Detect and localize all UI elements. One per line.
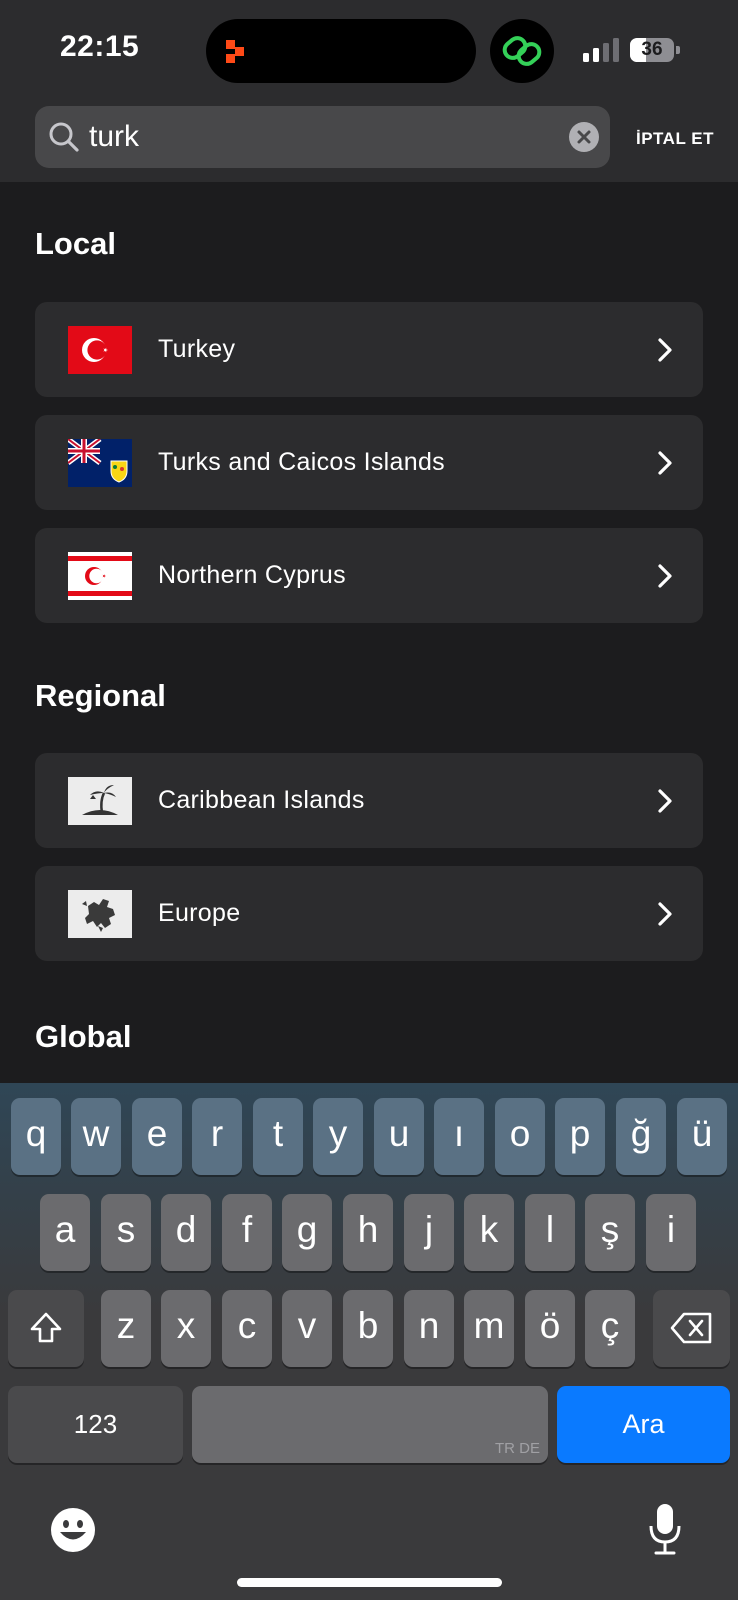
list-item-northern-cyprus[interactable]: Northern Cyprus — [35, 528, 703, 623]
key-p[interactable]: p — [555, 1098, 605, 1175]
key-g-breve[interactable]: ğ — [616, 1098, 666, 1175]
key-q[interactable]: q — [11, 1098, 61, 1175]
list-item-label: Northern Cyprus — [158, 561, 346, 589]
dictation-key[interactable] — [648, 1502, 682, 1558]
cancel-button[interactable]: İPTAL ET — [620, 124, 730, 154]
space-key[interactable]: TR DE — [192, 1386, 548, 1463]
search-input[interactable] — [89, 106, 539, 168]
key-s-cedilla[interactable]: ş — [585, 1194, 635, 1271]
chevron-right-icon — [658, 902, 672, 926]
search-icon — [49, 122, 79, 152]
microphone-icon — [649, 1504, 681, 1555]
list-item-europe[interactable]: Europe — [35, 866, 703, 961]
backspace-key[interactable] — [653, 1290, 730, 1367]
key-g[interactable]: g — [282, 1194, 332, 1271]
key-j[interactable]: j — [404, 1194, 454, 1271]
section-title-regional: Regional — [35, 678, 166, 713]
app-activity-icon — [226, 40, 244, 63]
shift-icon — [30, 1312, 62, 1343]
battery-icon: 36 — [630, 38, 680, 62]
key-n[interactable]: n — [404, 1290, 454, 1367]
emoji-icon — [51, 1508, 95, 1552]
key-a[interactable]: a — [40, 1194, 90, 1271]
europe-map-icon — [68, 890, 132, 938]
key-l[interactable]: l — [525, 1194, 575, 1271]
key-o-umlaut[interactable]: ö — [525, 1290, 575, 1367]
list-item-turks-and-caicos[interactable]: Turks and Caicos Islands — [35, 415, 703, 510]
vpn-link-icon — [490, 19, 554, 83]
key-u-umlaut[interactable]: ü — [677, 1098, 727, 1175]
key-c-cedilla[interactable]: ç — [585, 1290, 635, 1367]
keyboard: q w e r t y u ı o p ğ ü a s d f g h j k … — [0, 1083, 738, 1600]
key-d[interactable]: d — [161, 1194, 211, 1271]
key-v[interactable]: v — [282, 1290, 332, 1367]
key-c[interactable]: c — [222, 1290, 272, 1367]
key-b[interactable]: b — [343, 1290, 393, 1367]
status-bar: 22:15 36 — [0, 0, 738, 100]
search-return-key[interactable]: Ara — [557, 1386, 730, 1463]
close-icon — [577, 130, 591, 144]
key-m[interactable]: m — [464, 1290, 514, 1367]
status-time: 22:15 — [60, 30, 140, 63]
island-icon — [68, 777, 132, 825]
clear-search-button[interactable] — [569, 122, 599, 152]
key-u[interactable]: u — [374, 1098, 424, 1175]
list-item-caribbean-islands[interactable]: Caribbean Islands — [35, 753, 703, 848]
key-h[interactable]: h — [343, 1194, 393, 1271]
key-dotless-i[interactable]: ı — [434, 1098, 484, 1175]
key-y[interactable]: y — [313, 1098, 363, 1175]
search-header: İPTAL ET — [0, 100, 738, 182]
shift-key[interactable] — [8, 1290, 84, 1367]
turkey-flag-icon — [68, 326, 132, 374]
cellular-signal-icon — [583, 38, 619, 62]
key-z[interactable]: z — [101, 1290, 151, 1367]
backspace-icon — [670, 1312, 711, 1344]
key-r[interactable]: r — [192, 1098, 242, 1175]
key-e[interactable]: e — [132, 1098, 182, 1175]
chevron-right-icon — [658, 338, 672, 362]
home-indicator[interactable] — [237, 1578, 502, 1587]
language-hint: TR DE — [495, 1440, 540, 1457]
turks-caicos-flag-icon — [68, 439, 132, 487]
key-t[interactable]: t — [253, 1098, 303, 1175]
list-item-label: Caribbean Islands — [158, 786, 365, 814]
key-o[interactable]: o — [495, 1098, 545, 1175]
list-item-turkey[interactable]: Turkey — [35, 302, 703, 397]
battery-level: 36 — [641, 39, 663, 60]
northern-cyprus-flag-icon — [68, 552, 132, 600]
chevron-right-icon — [658, 451, 672, 475]
list-item-label: Turks and Caicos Islands — [158, 448, 445, 476]
section-title-local: Local — [35, 226, 116, 261]
chevron-right-icon — [658, 564, 672, 588]
search-field[interactable] — [35, 106, 610, 168]
key-w[interactable]: w — [71, 1098, 121, 1175]
key-f[interactable]: f — [222, 1194, 272, 1271]
chevron-right-icon — [658, 789, 672, 813]
section-title-global: Global — [35, 1019, 132, 1054]
key-x[interactable]: x — [161, 1290, 211, 1367]
key-k[interactable]: k — [464, 1194, 514, 1271]
key-i[interactable]: i — [646, 1194, 696, 1271]
dynamic-island — [206, 19, 476, 83]
emoji-key[interactable] — [50, 1507, 96, 1553]
list-item-label: Europe — [158, 899, 241, 927]
list-item-label: Turkey — [158, 335, 236, 363]
numbers-key[interactable]: 123 — [8, 1386, 183, 1463]
key-s[interactable]: s — [101, 1194, 151, 1271]
